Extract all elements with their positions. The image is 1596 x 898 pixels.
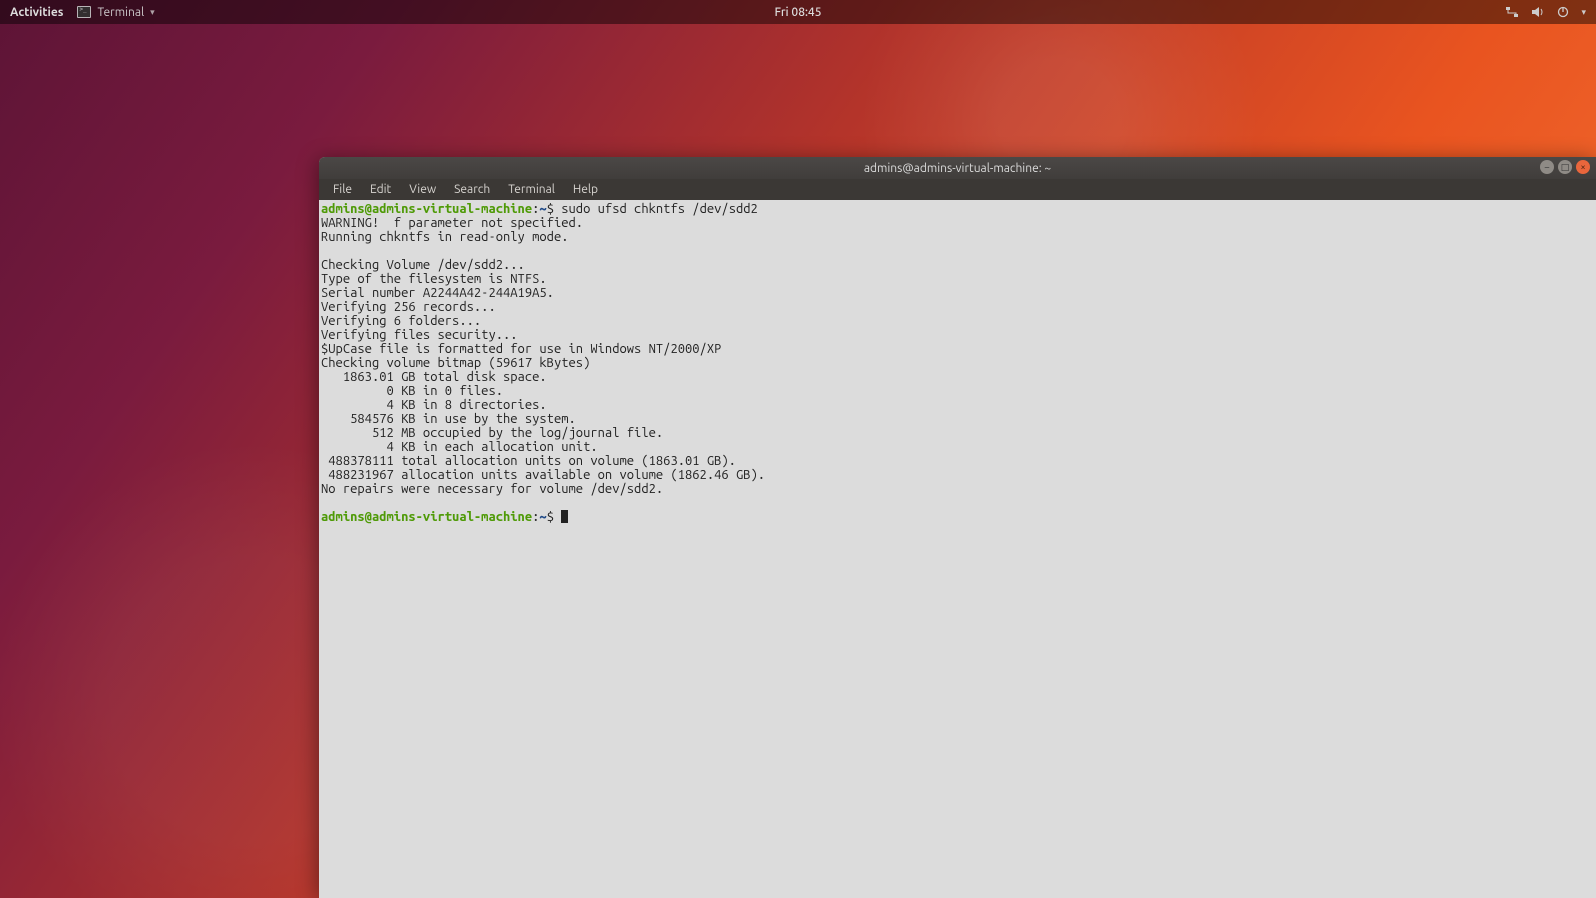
app-menu[interactable]: Terminal ▾ [77,6,154,19]
power-icon [1557,6,1569,18]
menu-file[interactable]: File [325,181,360,198]
window-minimize-button[interactable]: – [1540,160,1554,174]
clock[interactable]: Fri 08:45 [775,6,822,19]
top-panel: Activities Terminal ▾ Fri 08:45 [0,0,1596,24]
window-maximize-button[interactable]: □ [1558,160,1572,174]
sound-icon [1531,6,1545,18]
terminal-line [321,496,1594,510]
terminal-line: Checking volume bitmap (59617 kBytes) [321,356,1594,370]
menubar: File Edit View Search Terminal Help [319,179,1596,200]
prompt-path: ~ [539,202,546,216]
menu-view[interactable]: View [401,181,444,198]
cursor [561,510,568,523]
terminal-line [321,244,1594,258]
window-controls: – □ × [1540,160,1590,174]
terminal-line: 0 KB in 0 files. [321,384,1594,398]
terminal-line: Checking Volume /dev/sdd2... [321,258,1594,272]
terminal-line: admins@admins-virtual-machine:~$ [321,510,1594,524]
terminal-app-icon [77,6,91,18]
command-text: sudo ufsd chkntfs /dev/sdd2 [561,202,758,216]
terminal-body[interactable]: admins@admins-virtual-machine:~$ sudo uf… [319,200,1596,898]
terminal-window: admins@admins-virtual-machine: ~ – □ × F… [319,157,1596,898]
prompt-user: admins@admins-virtual-machine [321,202,532,216]
terminal-line: 488231967 allocation units available on … [321,468,1594,482]
chevron-down-icon: ▾ [150,7,155,18]
prompt-user: admins@admins-virtual-machine [321,510,532,524]
terminal-line: Verifying 256 records... [321,300,1594,314]
app-menu-label: Terminal [97,6,144,19]
activities-button[interactable]: Activities [10,6,63,19]
terminal-line: admins@admins-virtual-machine:~$ sudo uf… [321,202,1594,216]
terminal-line: Type of the filesystem is NTFS. [321,272,1594,286]
menu-search[interactable]: Search [446,181,498,198]
terminal-line: Serial number A2244A42-244A19A5. [321,286,1594,300]
terminal-line: 4 KB in 8 directories. [321,398,1594,412]
dropdown-caret-icon: ▾ [1581,7,1586,18]
terminal-line: $UpCase file is formatted for use in Win… [321,342,1594,356]
window-close-button[interactable]: × [1576,160,1590,174]
network-wired-icon [1505,6,1519,18]
terminal-line: 488378111 total allocation units on volu… [321,454,1594,468]
menu-help[interactable]: Help [565,181,606,198]
terminal-line: WARNING! f parameter not specified. [321,216,1594,230]
system-tray[interactable]: ▾ [1505,6,1586,18]
terminal-line: 1863.01 GB total disk space. [321,370,1594,384]
terminal-line: No repairs were necessary for volume /de… [321,482,1594,496]
prompt-path: ~ [539,510,546,524]
terminal-line: 584576 KB in use by the system. [321,412,1594,426]
terminal-line: Verifying files security... [321,328,1594,342]
top-panel-left: Activities Terminal ▾ [10,6,155,19]
window-title: admins@admins-virtual-machine: ~ [864,162,1051,175]
menu-edit[interactable]: Edit [362,181,399,198]
window-titlebar[interactable]: admins@admins-virtual-machine: ~ – □ × [319,157,1596,179]
terminal-line: Running chkntfs in read-only mode. [321,230,1594,244]
terminal-line: 512 MB occupied by the log/journal file. [321,426,1594,440]
terminal-line: Verifying 6 folders... [321,314,1594,328]
menu-terminal[interactable]: Terminal [500,181,563,198]
terminal-line: 4 KB in each allocation unit. [321,440,1594,454]
